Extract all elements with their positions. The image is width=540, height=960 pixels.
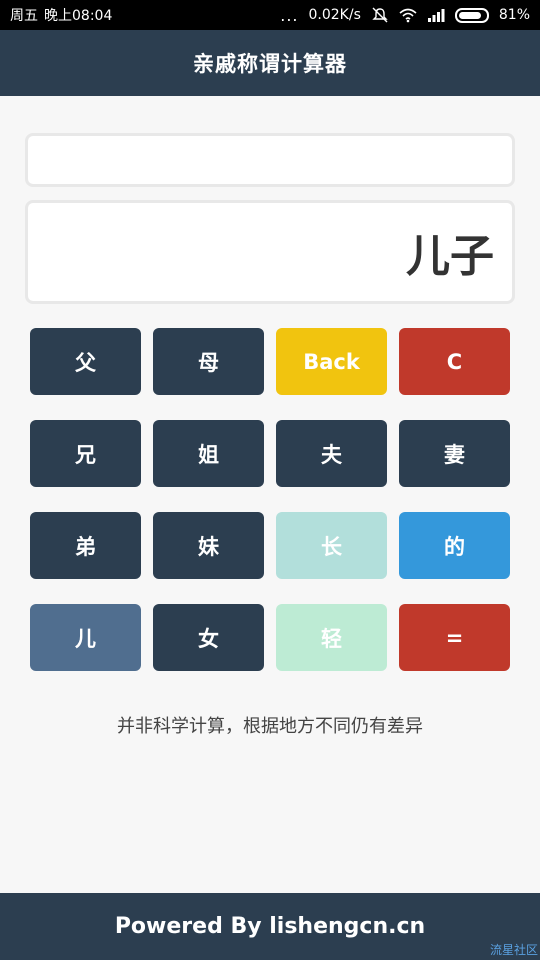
status-left: 周五 晚上08:04 <box>10 5 112 25</box>
key-mother-button[interactable]: 母 <box>153 328 264 395</box>
footer: Powered By lishengcn.cn <box>0 893 540 960</box>
status-right: ... 0.02K/s 81% <box>280 6 530 25</box>
key-daughter-button[interactable]: 女 <box>153 604 264 671</box>
disclaimer-note: 并非科学计算，根据地方不同仍有差异 <box>117 716 423 737</box>
net-speed: 0.02K/s <box>308 7 361 23</box>
result-text: 儿子 <box>406 231 494 282</box>
status-dots: ... <box>280 5 299 25</box>
footer-credit: Powered By lishengcn.cn <box>114 914 426 939</box>
watermark: 流星社区 <box>489 943 538 957</box>
key-older-button[interactable]: 长 <box>276 512 387 579</box>
key-younger-brother-button[interactable]: 弟 <box>30 512 141 579</box>
relation-input[interactable] <box>25 133 515 187</box>
battery-percent: 81% <box>498 7 530 23</box>
battery-icon <box>454 7 489 23</box>
key-wife-button[interactable]: 妻 <box>399 420 510 487</box>
mute-bell-icon <box>372 7 388 23</box>
status-time: 晚上08:04 <box>44 8 113 24</box>
signal-icon <box>427 9 445 22</box>
status-bar: 周五 晚上08:04 ... 0.02K/s 81% <box>0 0 540 30</box>
key-of-button[interactable]: 的 <box>399 512 510 579</box>
back-button[interactable]: Back <box>276 328 387 395</box>
key-younger-button[interactable]: 轻 <box>276 604 387 671</box>
status-day: 周五 <box>10 8 38 24</box>
key-son-button[interactable]: 儿 <box>30 604 141 671</box>
equals-button[interactable]: = <box>399 604 510 671</box>
key-younger-sister-button[interactable]: 妹 <box>153 512 264 579</box>
key-husband-button[interactable]: 夫 <box>276 420 387 487</box>
wifi-icon <box>399 8 417 23</box>
key-elder-brother-button[interactable]: 兄 <box>30 420 141 487</box>
key-elder-sister-button[interactable]: 姐 <box>153 420 264 487</box>
keypad: 父 母 Back C 兄 姐 夫 妻 弟 妹 长 的 儿 女 轻 = <box>30 328 510 671</box>
page-title: 亲戚称谓计算器 <box>193 52 347 76</box>
key-father-button[interactable]: 父 <box>30 328 141 395</box>
result-display: 儿子 <box>25 200 515 304</box>
clear-button[interactable]: C <box>399 328 510 395</box>
app-header: 亲戚称谓计算器 <box>0 30 540 96</box>
